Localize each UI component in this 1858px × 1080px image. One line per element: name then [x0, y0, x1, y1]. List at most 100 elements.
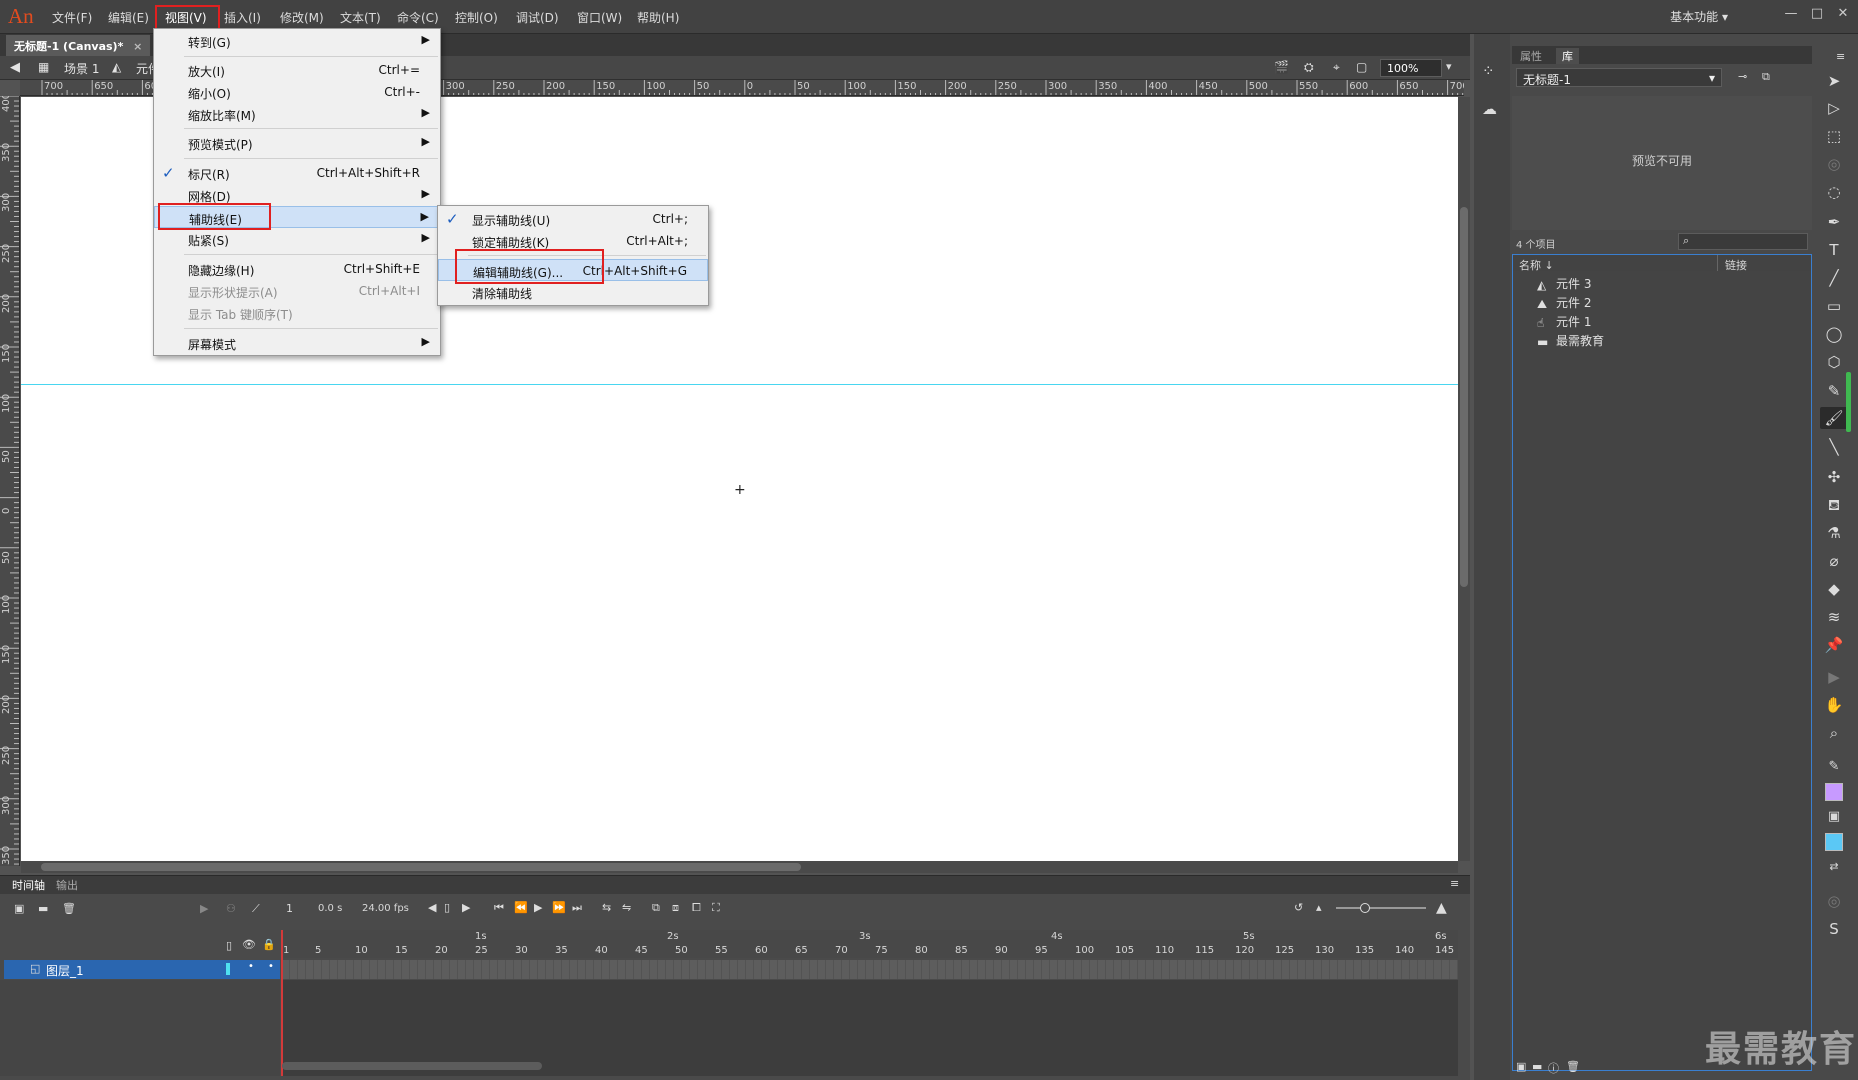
- current-frame[interactable]: 1: [286, 902, 293, 915]
- menu-item-zoom-out[interactable]: 缩小(O) Ctrl+-: [154, 81, 440, 103]
- highlight-layer-icon[interactable]: ▯: [226, 939, 232, 952]
- assets-icon[interactable]: ⁘: [1482, 62, 1495, 80]
- tab-library[interactable]: 库: [1556, 48, 1579, 64]
- maximize-button[interactable]: □: [1806, 6, 1828, 24]
- brush-tool-icon[interactable]: 🖌: [1820, 407, 1848, 429]
- pin-tool-icon[interactable]: 📌: [1820, 634, 1848, 656]
- next-keyframe-icon[interactable]: ▶: [462, 901, 470, 914]
- menu-debug[interactable]: 调试(D): [516, 9, 559, 26]
- parent-icon[interactable]: ⚇: [226, 902, 236, 915]
- eyedropper-tool-icon[interactable]: ⌀: [1820, 550, 1848, 572]
- layer-row[interactable]: ◱ 图层_1 • •: [4, 960, 280, 979]
- library-item[interactable]: ☝ 元件 1: [1537, 313, 1591, 330]
- keyframe-icon[interactable]: ▯: [444, 901, 450, 914]
- onion-outline-icon[interactable]: ⧈: [672, 901, 679, 915]
- small-mountain-icon[interactable]: ▴: [1316, 901, 1322, 914]
- width-tool-icon[interactable]: ≋: [1820, 606, 1848, 628]
- close-tab-icon[interactable]: ×: [133, 40, 142, 53]
- menu-item-clear-guides[interactable]: 清除辅助线: [438, 281, 708, 303]
- 3d-rotation-tool-icon[interactable]: ◎: [1820, 153, 1848, 175]
- library-document-select[interactable]: 无标题-1 ▾: [1516, 68, 1722, 87]
- lock-icon[interactable]: 🔒: [262, 938, 276, 951]
- new-library-icon[interactable]: ⧉: [1762, 70, 1770, 84]
- large-mountain-icon[interactable]: ▲: [1436, 900, 1447, 916]
- v-scroll-thumb[interactable]: [1460, 207, 1468, 587]
- menu-item-preview-mode[interactable]: 预览模式(P) ▶: [154, 132, 440, 154]
- menu-item-magnification[interactable]: 缩放比率(M) ▶: [154, 103, 440, 125]
- paint-bucket-tool-icon[interactable]: ⛾: [1820, 494, 1848, 516]
- menu-item-show-shape-hints[interactable]: 显示形状提示(A) Ctrl+Alt+I: [154, 280, 440, 302]
- cc-libraries-icon[interactable]: ☁: [1482, 100, 1497, 118]
- step-back-icon[interactable]: ⏪: [514, 901, 528, 914]
- pencil-tool-icon[interactable]: ✎: [1820, 380, 1848, 402]
- document-tab[interactable]: 无标题-1 (Canvas)* ×: [6, 35, 151, 56]
- delete-layer-icon[interactable]: 🗑: [62, 902, 76, 915]
- menu-item-show-guides[interactable]: ✓ 显示辅助线(U) Ctrl+;: [438, 208, 708, 230]
- layer-color-swatch[interactable]: [226, 963, 230, 975]
- layer-name[interactable]: 图层_1: [46, 962, 84, 979]
- h-scroll-thumb[interactable]: [41, 863, 801, 871]
- eraser-tool-icon[interactable]: ◆: [1820, 578, 1848, 600]
- menu-window[interactable]: 窗口(W): [577, 9, 622, 26]
- subselection-tool-icon[interactable]: ▷: [1820, 97, 1848, 119]
- layer-visible-dot[interactable]: •: [248, 961, 254, 972]
- close-button[interactable]: ✕: [1832, 6, 1854, 24]
- menu-help[interactable]: 帮助(H): [637, 9, 679, 26]
- graph-icon[interactable]: ⟋: [252, 902, 260, 916]
- library-item[interactable]: ▬ 最需教育: [1537, 332, 1604, 349]
- tab-output[interactable]: 输出: [56, 877, 78, 893]
- menu-file[interactable]: 文件(F): [52, 9, 92, 26]
- vertical-ruler[interactable]: 400 350 300 250 200 150 100 50 0 50 100 150 200 250 30…: [0, 96, 20, 866]
- step-forward-icon[interactable]: ⏩: [552, 901, 566, 914]
- text-tool-icon[interactable]: T: [1820, 239, 1848, 261]
- menu-commands[interactable]: 命令(C): [397, 9, 439, 26]
- pin-icon[interactable]: ⊸: [1738, 70, 1747, 83]
- new-symbol-icon[interactable]: ▣: [1516, 1060, 1526, 1073]
- scene-label[interactable]: 场景 1: [64, 60, 99, 77]
- reset-icon[interactable]: ↺: [1294, 901, 1303, 914]
- library-list[interactable]: [1512, 271, 1812, 1071]
- lasso-tool-icon[interactable]: ◌: [1820, 181, 1848, 203]
- menu-item-goto[interactable]: 转到(G) ▶: [154, 30, 440, 52]
- loop-icon[interactable]: ⇆: [602, 901, 611, 914]
- onion-markers-icon[interactable]: ⛶: [712, 901, 720, 915]
- camera-tool-icon[interactable]: ▶: [1820, 666, 1848, 688]
- zoom-chevron-icon[interactable]: ▾: [1446, 60, 1452, 73]
- oval-tool-icon[interactable]: ◯: [1820, 323, 1848, 345]
- library-item[interactable]: ⛰ 元件 2: [1537, 294, 1591, 311]
- menu-item-rulers[interactable]: ✓ 标尺(R) Ctrl+Alt+Shift+R: [154, 162, 440, 184]
- workspace-switcher[interactable]: 基本功能 ▾: [1670, 8, 1728, 25]
- fill-color-swatch[interactable]: [1825, 833, 1843, 851]
- menu-item-snapping[interactable]: 贴紧(S) ▶: [154, 228, 440, 250]
- center-frame-icon[interactable]: ⇋: [622, 901, 631, 914]
- menu-text[interactable]: 文本(T): [340, 9, 381, 26]
- frame-size-slider[interactable]: [1336, 907, 1426, 909]
- timeline-h-scroll-thumb[interactable]: [282, 1062, 542, 1070]
- new-folder-icon[interactable]: ▬: [38, 902, 48, 915]
- edit-multiple-icon[interactable]: ⧠: [692, 901, 701, 915]
- selection-tool-icon[interactable]: ➤: [1820, 70, 1848, 92]
- playhead[interactable]: [281, 930, 283, 1076]
- snap-to-objects-icon[interactable]: ◎: [1820, 890, 1848, 912]
- menu-modify[interactable]: 修改(M): [280, 9, 324, 26]
- menu-item-screen-mode[interactable]: 屏幕模式 ▶: [154, 332, 440, 354]
- tab-timeline[interactable]: 时间轴: [12, 877, 45, 893]
- line-tool-icon[interactable]: ╱: [1820, 267, 1848, 289]
- stage-horizontal-scrollbar[interactable]: [21, 861, 1458, 873]
- new-folder-icon[interactable]: ▬: [1532, 1060, 1542, 1073]
- menu-item-hide-edges[interactable]: 隐藏边缘(H) Ctrl+Shift+E: [154, 258, 440, 280]
- frame-ruler[interactable]: 1 5 10 15 20 25 30 35 40 45 50 55 60 65 70 75 80 85 90 95 10…: [282, 930, 1458, 958]
- clapper-icon[interactable]: 🎬: [1274, 60, 1289, 74]
- minimize-button[interactable]: —: [1780, 6, 1802, 24]
- menu-item-show-tab-order[interactable]: 显示 Tab 键顺序(T): [154, 302, 440, 324]
- paint-brush-tool-icon[interactable]: ╲: [1820, 436, 1848, 458]
- frame-rate[interactable]: 24.00 fps: [362, 903, 409, 914]
- zoom-select[interactable]: 100%: [1380, 59, 1442, 77]
- play-icon[interactable]: ▶: [534, 901, 542, 914]
- smooth-icon[interactable]: S: [1820, 918, 1848, 940]
- stroke-color-swatch[interactable]: [1825, 783, 1843, 801]
- stage-vertical-scrollbar[interactable]: [1458, 97, 1470, 861]
- frame-row[interactable]: [282, 960, 1458, 979]
- polystar-tool-icon[interactable]: ⬡: [1820, 351, 1848, 373]
- camera-icon[interactable]: ▶: [200, 902, 208, 915]
